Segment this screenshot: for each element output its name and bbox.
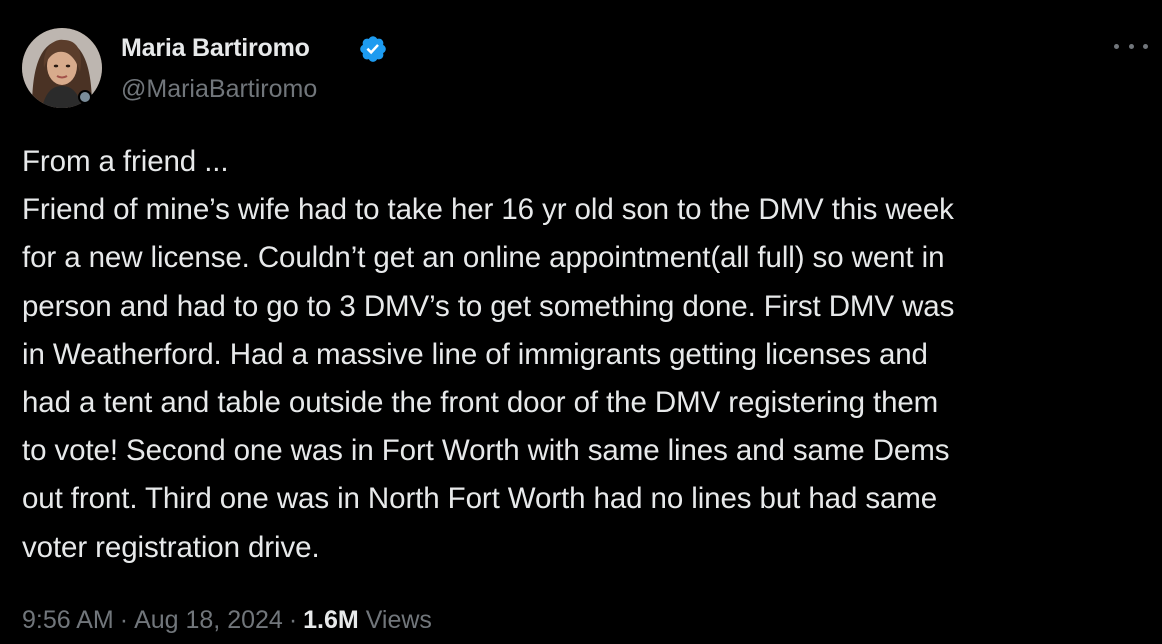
- separator: ·: [288, 606, 298, 634]
- tweet-text-line: From a friend ...: [22, 145, 229, 178]
- tweet-card: Maria Bartiromo @MariaBartiromo From a f…: [0, 0, 1162, 644]
- tweet-text-line: person and had to go to 3 DMV’s to get s…: [22, 289, 955, 323]
- tweet-text-line: Friend of mine’s wife had to take her 16…: [22, 193, 954, 227]
- verified-badge-icon[interactable]: [358, 34, 388, 64]
- views-count: 1.6M: [303, 606, 359, 634]
- dot: [1143, 43, 1148, 49]
- tweet-text-line: in Weatherford. Had a massive line of im…: [22, 337, 928, 371]
- views-label: Views: [365, 606, 432, 634]
- tweet-meta: 9:56 AM · Aug 18, 2024 · 1.6M Views: [22, 603, 432, 637]
- separator: ·: [119, 606, 129, 634]
- tweet-text-line: to vote! Second one was in Fort Worth wi…: [22, 434, 950, 468]
- tweet-text: From a friend ... Friend of mine’s wife …: [22, 138, 1142, 572]
- tweet-text-line: voter registration drive.: [22, 530, 320, 564]
- more-options-icon[interactable]: [1114, 36, 1148, 56]
- tweet-time[interactable]: 9:56 AM: [22, 606, 114, 634]
- tweet-text-line: had a tent and table outside the front d…: [22, 386, 939, 420]
- dot: [1128, 43, 1134, 49]
- author-handle[interactable]: @MariaBartiromo: [121, 74, 317, 104]
- dot: [1114, 43, 1119, 49]
- tweet-text-line: out front. Third one was in North Fort W…: [22, 482, 938, 516]
- tweet-text-line: for a new license. Couldn’t get an onlin…: [22, 241, 945, 275]
- author-display-name[interactable]: Maria Bartiromo: [121, 33, 310, 63]
- avatar-badge-icon: [78, 90, 92, 104]
- tweet-date[interactable]: Aug 18, 2024: [134, 606, 283, 634]
